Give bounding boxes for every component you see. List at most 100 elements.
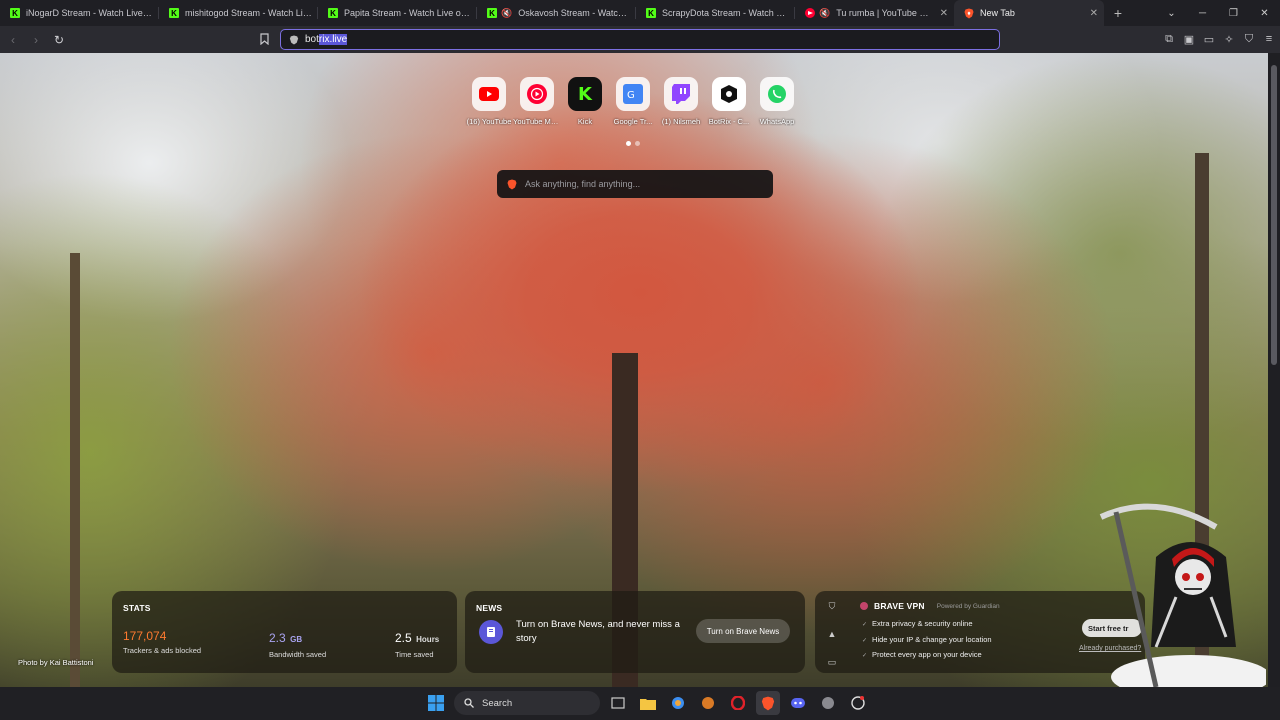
file-explorer-icon[interactable] <box>636 691 660 715</box>
wallet-icon[interactable]: ▭ <box>1202 32 1216 46</box>
app-icon[interactable] <box>696 691 720 715</box>
kick-icon: K <box>10 8 20 18</box>
trackers-stat: 177,074 Trackers & ads blocked <box>123 629 201 655</box>
top-site-label: (1) Nilsmeh <box>661 117 701 126</box>
forward-button[interactable]: › <box>26 30 46 50</box>
profile-app-icon[interactable] <box>816 691 840 715</box>
bandwidth-label: Bandwidth saved <box>269 650 327 659</box>
background-tree-trunk <box>70 253 80 687</box>
back-button[interactable]: ‹ <box>3 30 23 50</box>
leo-ai-icon[interactable]: ✧ <box>1222 32 1236 46</box>
top-site-label: YouTube Music <box>513 117 561 126</box>
restore-icon[interactable]: ❐ <box>1218 0 1249 26</box>
top-site-youtube-music[interactable]: YouTube Music <box>513 77 561 126</box>
top-site-whatsapp[interactable]: WhatsApp <box>760 77 794 126</box>
new-tab-button[interactable]: + <box>1104 0 1132 26</box>
widget-switcher: ⛉ ▲ ▭ <box>826 598 838 670</box>
close-window-icon[interactable]: ✕ <box>1249 0 1280 26</box>
vpn-feature: Extra privacy & security online <box>862 617 992 633</box>
scrollbar-thumb[interactable] <box>1271 65 1277 365</box>
extensions-icon[interactable]: ⧉ <box>1162 32 1176 46</box>
top-site-youtube[interactable]: (16) YouTube <box>467 77 511 126</box>
tab[interactable]: K Papita Stream - Watch Live on Kick <box>318 0 477 26</box>
kick-icon: K <box>646 8 656 18</box>
youtube-music-icon <box>520 77 554 111</box>
minimize-icon[interactable]: ─ <box>1187 0 1218 26</box>
reload-button[interactable]: ↻ <box>49 30 69 50</box>
trackers-value: 177,074 <box>123 629 167 643</box>
tab-title: Tu rumba | YouTube Music <box>836 8 936 18</box>
taskbar: Search <box>0 687 1280 720</box>
taskbar-search-label: Search <box>482 697 513 709</box>
search-icon <box>464 698 474 708</box>
tab-list-chevron-icon[interactable]: ⌄ <box>1156 0 1187 26</box>
windows-start-icon[interactable] <box>424 691 448 715</box>
copilot-icon[interactable] <box>666 691 690 715</box>
time-value: 2.5 <box>395 631 412 645</box>
close-icon[interactable]: ✕ <box>940 8 948 19</box>
brave-taskbar-icon[interactable] <box>756 691 780 715</box>
obs-icon[interactable] <box>846 691 870 715</box>
vpn-icon[interactable]: ⛉ <box>1242 32 1256 46</box>
tab[interactable]: K 🔇 Oskavosh Stream - Watch Live on K <box>477 0 636 26</box>
tab-title: ScrapyDota Stream - Watch Live on <box>662 8 789 18</box>
search-box[interactable] <box>497 170 773 198</box>
triangle-icon[interactable]: ▲ <box>826 626 838 642</box>
tab[interactable]: K iNogarD Stream - Watch Live on K <box>0 0 159 26</box>
vpn-powered-by: Powered by Guardian <box>936 602 1000 610</box>
task-view-icon[interactable] <box>606 691 630 715</box>
tab[interactable]: 🔇 Tu rumba | YouTube Music ✕ <box>795 0 954 26</box>
discord-icon[interactable] <box>786 691 810 715</box>
card-icon[interactable]: ▭ <box>826 654 838 670</box>
stats-widget: STATS 177,074 Trackers & ads blocked 2.3… <box>112 591 457 673</box>
sidebar-icon[interactable]: ▣ <box>1182 32 1196 46</box>
close-icon[interactable]: ✕ <box>1090 8 1098 19</box>
extensions-area: ⧉ ▣ ▭ ✧ ⛉ ≡ <box>1162 32 1276 46</box>
url-text[interactable]: botrix.live <box>305 34 348 45</box>
tab[interactable]: K ScrapyDota Stream - Watch Live on <box>636 0 795 26</box>
top-site-kick[interactable]: K Kick <box>568 77 602 126</box>
top-site-label: Google Tr... <box>613 117 653 126</box>
taskbar-search[interactable]: Search <box>454 691 600 715</box>
pager-dot[interactable] <box>626 141 631 146</box>
mute-icon[interactable]: 🔇 <box>819 8 830 19</box>
tab-title: mishitogod Stream - Watch Live on <box>185 8 312 18</box>
top-site-label: BotRix - C... <box>708 117 750 126</box>
menu-icon[interactable]: ≡ <box>1262 32 1276 46</box>
url-autocomplete-selection: rix.live <box>318 34 348 45</box>
pager-dot[interactable] <box>635 141 640 146</box>
top-site-label: (16) YouTube <box>466 117 512 126</box>
brave-lion-icon <box>964 8 974 18</box>
tab-active[interactable]: New Tab ✕ <box>954 0 1104 26</box>
bandwidth-stat: 2.3 GB Bandwidth saved <box>269 629 326 659</box>
scrollbar[interactable] <box>1268 53 1280 687</box>
news-icon <box>479 620 503 644</box>
tab[interactable]: K mishitogod Stream - Watch Live on <box>159 0 318 26</box>
time-stat: 2.5 Hours Time saved <box>395 629 439 659</box>
search-input[interactable] <box>525 179 755 189</box>
top-site-google-translate[interactable]: G Google Tr... <box>614 77 652 126</box>
vpn-shield-icon[interactable]: ⛉ <box>826 598 838 614</box>
vpn-feature: Protect every app on your device <box>862 648 992 664</box>
time-unit: Hours <box>416 635 440 644</box>
address-bar[interactable]: botrix.live <box>280 29 1000 50</box>
twitch-icon <box>664 77 698 111</box>
bookmark-icon[interactable] <box>257 31 271 47</box>
stats-title: STATS <box>123 603 151 613</box>
top-site-botrix[interactable]: BotRix - C... <box>709 77 749 126</box>
bandwidth-unit: GB <box>290 635 303 644</box>
kick-icon: K <box>568 77 602 111</box>
youtube-icon <box>472 77 506 111</box>
top-sites: (16) YouTube YouTube Music K Kick G Goog… <box>467 77 794 126</box>
mute-icon[interactable]: 🔇 <box>501 8 512 19</box>
vpn-header: BRAVE VPN Powered by Guardian <box>860 601 1000 611</box>
tab-title: Oskavosh Stream - Watch Live on K <box>518 8 630 18</box>
svg-text:G: G <box>627 90 635 101</box>
tab-title: Papita Stream - Watch Live on Kick <box>344 8 471 18</box>
top-site-twitch[interactable]: (1) Nilsmeh <box>662 77 700 126</box>
vpn-logo-icon <box>860 602 868 610</box>
kick-icon: K <box>328 8 338 18</box>
opera-icon[interactable] <box>726 691 750 715</box>
turn-on-news-button[interactable]: Turn on Brave News <box>696 619 790 643</box>
photo-credit[interactable]: Photo by Kai Battistoni <box>18 658 93 667</box>
